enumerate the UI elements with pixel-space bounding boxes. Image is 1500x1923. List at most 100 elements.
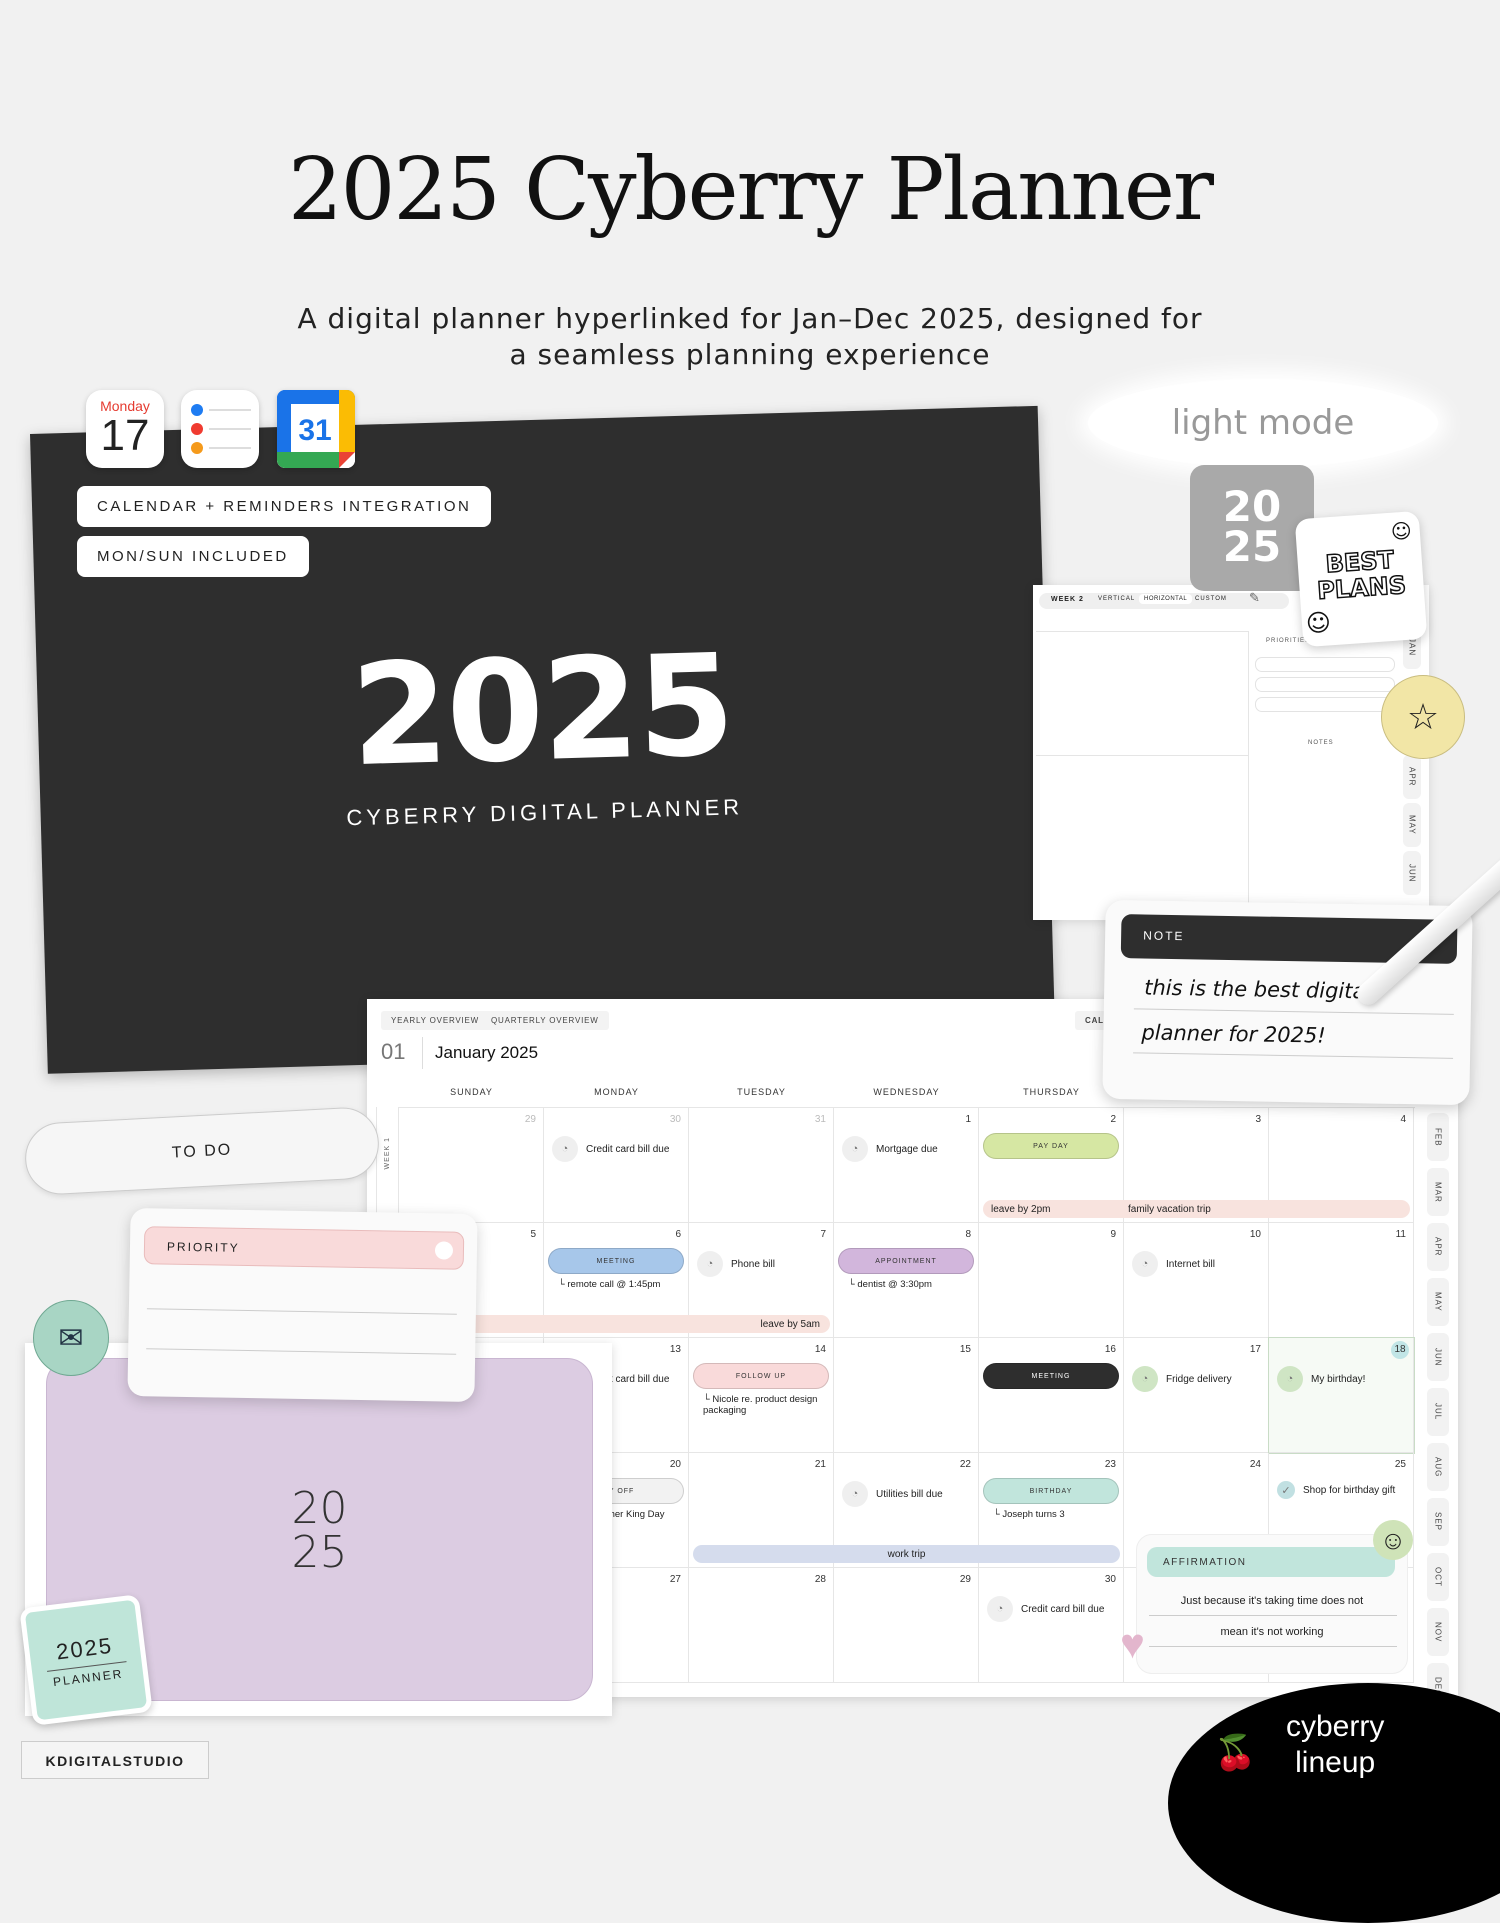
month-tab-oct[interactable]: OCT [1427,1553,1449,1601]
event-pill[interactable]: MEETING [983,1363,1119,1389]
month-tab-feb[interactable]: FEB [1427,1113,1449,1161]
calendar-date: 17 [100,411,150,460]
date-number: 11 [1395,1229,1406,1240]
subtitle-line-1: A digital planner hyperlinked for Jan–De… [297,302,1203,335]
weekly-tab-may[interactable]: MAY [1403,803,1421,847]
event-text: Phone bill [731,1258,775,1270]
event-item[interactable]: ✓ Shop for birthday gift [1277,1481,1395,1499]
weekly-tab-apr[interactable]: APR [1403,755,1421,799]
event-pill[interactable]: BIRTHDAY [983,1478,1119,1504]
piggy-bank-icon: ◔ [1277,1366,1303,1392]
date-number: 8 [965,1229,971,1240]
date-number: 16 [1104,1344,1116,1355]
event-text: My birthday! [1311,1373,1366,1385]
event-pill[interactable]: FOLLOW UP [693,1363,829,1389]
month-tab-nov[interactable]: NOV [1427,1608,1449,1656]
event-item[interactable]: ◔ Utilities bill due [842,1481,943,1507]
day-cell[interactable]: 30 ◔ Credit card bill due [544,1108,689,1223]
event-item[interactable]: ◔ Fridge delivery [1132,1366,1232,1392]
day-cell[interactable]: 30 ◔ Credit card bill due [979,1568,1124,1683]
weekly-tab-jun[interactable]: JUN [1403,851,1421,895]
date-number: 30 [1104,1574,1116,1585]
planner-sticker-year: 2025 [54,1632,115,1665]
month-tab-jul[interactable]: JUL [1427,1388,1449,1436]
day-cell[interactable]: 17 ◔ Fridge delivery [1124,1338,1269,1453]
day-header: SUNDAY [450,1087,493,1097]
day-cell[interactable]: 11 [1269,1223,1414,1338]
event-pill[interactable]: MEETING [548,1248,684,1274]
event-pill[interactable]: APPOINTMENT [838,1248,974,1274]
day-cell[interactable]: 9 [979,1223,1124,1338]
tab-week-2[interactable]: WEEK 2 [1051,596,1084,603]
pencil-icon[interactable]: ✎ [1249,590,1260,606]
day-cell[interactable]: 18 ◔ My birthday! [1268,1337,1415,1454]
date-number: 22 [959,1459,971,1470]
event-text: Credit card bill due [1021,1603,1105,1615]
day-cell[interactable]: 14 FOLLOW UP └ Nicole re. product design p… [689,1338,834,1453]
day-header: TUESDAY [737,1087,786,1097]
piggy-bank-icon: ◔ [842,1136,868,1162]
month-tab-jun[interactable]: JUN [1427,1333,1449,1381]
month-tab-aug[interactable]: AUG [1427,1443,1449,1491]
date-number: 10 [1249,1229,1261,1240]
day-cell[interactable]: 28 [689,1568,834,1683]
day-cell[interactable]: 29 [834,1568,979,1683]
event-item[interactable]: ◔ My birthday! [1277,1366,1365,1392]
event-note: Joseph turns 3 [1002,1509,1065,1520]
star-icon[interactable]: ☆ [1381,675,1465,759]
event-pill[interactable]: PAY DAY [983,1133,1119,1159]
note-line-1: this is the best digital [1144,975,1372,1004]
date-number: 14 [814,1344,826,1355]
day-cell[interactable]: 8 APPOINTMENT └ dentist @ 3:30pm [834,1223,979,1338]
date-number: 18 [1391,1341,1409,1359]
event-text: work trip [887,1548,926,1560]
piggy-bank-icon: ◔ [1132,1251,1158,1277]
date-number: 29 [959,1574,971,1585]
planner-sticker-label: PLANNER [52,1666,125,1690]
day-cell[interactable]: 31 [689,1108,834,1223]
mail-icon[interactable]: ✉ [33,1300,109,1376]
tab-vertical[interactable]: VERTICAL [1098,596,1135,602]
subtitle-line-2: a seamless planning experience [509,338,991,371]
day-cell[interactable]: 1 ◔ Mortgage due [834,1108,979,1223]
event-text: Internet bill [1166,1258,1215,1270]
date-number: 3 [1255,1114,1261,1125]
heart-icon: ♥ [1120,1620,1145,1667]
tab-horizontal[interactable]: HORIZONTAL [1139,594,1193,604]
purple-card-top: 20 [291,1483,348,1534]
day-cell[interactable]: 15 [834,1338,979,1453]
event-note: dentist @ 3:30pm [857,1279,932,1290]
day-cell[interactable]: 10 ◔ Internet bill [1124,1223,1269,1338]
day-cell[interactable]: 16 MEETING [979,1338,1124,1453]
tab-quarterly-overview[interactable]: QUARTERLY OVERVIEW [481,1011,609,1030]
affirmation-card: AFFIRMATION Just because it's taking tim… [1136,1534,1408,1674]
multi-day-event[interactable]: work trip [693,1545,1120,1563]
cyberry-lineup-badge: 🍒 cyberry lineup [1168,1683,1500,1923]
smiley-icon: ☺ [1390,518,1413,544]
tab-yearly-overview[interactable]: YEARLY OVERVIEW [381,1011,490,1030]
multi-day-event[interactable]: leave by 2pm family vacation trip [983,1200,1410,1218]
piggy-bank-icon: ◔ [842,1481,868,1507]
day-cell[interactable]: 29 [399,1108,544,1223]
tab-custom[interactable]: CUSTOM [1195,596,1227,602]
todo-pill: TO DO [23,1105,381,1197]
date-number: 1 [965,1114,971,1125]
event-text: Utilities bill due [876,1488,943,1500]
light-mode-label: light mode [1088,379,1438,467]
month-tab-may[interactable]: MAY [1427,1278,1449,1326]
event-item[interactable]: ◔ Credit card bill due [987,1596,1104,1622]
event-text: Credit card bill due [586,1143,670,1155]
month-tab-mar[interactable]: MAR [1427,1168,1449,1216]
event-item[interactable]: ◔ Phone bill [697,1251,775,1277]
month-tab-apr[interactable]: APR [1427,1223,1449,1271]
brand-label: KDIGITALSTUDIO [21,1741,209,1779]
event-item[interactable]: ◔ Internet bill [1132,1251,1215,1277]
note-line-2: planner for 2025! [1141,1020,1326,1048]
day-header: MONDAY [594,1087,639,1097]
event-item[interactable]: ◔ Credit card bill due [552,1136,669,1162]
date-number: 17 [1249,1344,1261,1355]
event-item[interactable]: ◔ Mortgage due [842,1136,938,1162]
month-tab-sep[interactable]: SEP [1427,1498,1449,1546]
reminders-icon [181,390,259,468]
date-number: 15 [959,1344,971,1355]
